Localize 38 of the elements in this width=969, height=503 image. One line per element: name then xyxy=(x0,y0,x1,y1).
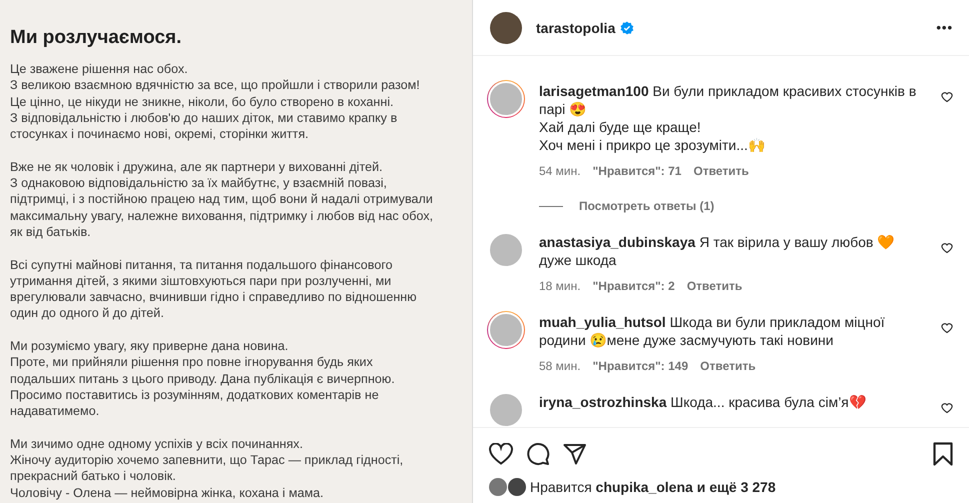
username-link[interactable]: anastasiya_dubinskaya xyxy=(539,234,696,250)
comment-time: 54 мин. xyxy=(539,164,581,178)
username-link[interactable]: tarastopolia xyxy=(536,20,616,36)
reply-button[interactable]: Ответить xyxy=(693,164,749,178)
avatar[interactable] xyxy=(490,12,522,44)
username-link[interactable]: larisagetman100 xyxy=(539,83,649,99)
bookmark-icon[interactable] xyxy=(933,442,953,466)
heart-icon[interactable] xyxy=(941,402,953,414)
heart-icon[interactable] xyxy=(941,91,953,103)
comment-text: iryna_ostrozhinska Шкода... красива була сім’я💔 xyxy=(539,393,867,411)
avatar[interactable] xyxy=(508,478,526,496)
comment-likes: "Нравится": 2 xyxy=(592,279,675,293)
likes-summary: Нравится chupika_olena и ещё 3 278 xyxy=(530,479,776,495)
comment-text: anastasiya_dubinskaya Я так вірила у вашу любов 🧡 дуже шкода xyxy=(539,233,896,269)
comment-likes: "Нравится": 71 xyxy=(592,164,682,178)
like-icon[interactable] xyxy=(489,443,513,465)
post-paragraph: Ми зичимо одне одному успіхів у всіх починаннях. Жіночу аудиторію хочемо запевнити, що Тарас — приклад гідності, прекрасний батько і чоловік. Чоловічу - Олена — неймовірна жінка, кохана і мама. xyxy=(10,436,404,502)
reply-button[interactable]: Ответить xyxy=(686,279,742,293)
share-icon[interactable] xyxy=(563,443,587,465)
view-replies-button[interactable]: Посмотреть ответы (1) xyxy=(579,199,714,213)
reply-button[interactable]: Ответить xyxy=(700,359,756,373)
more-options-button[interactable]: ••• xyxy=(936,20,953,35)
comment-time: 18 мин. xyxy=(539,279,581,293)
post-title: Ми розлучаємося. xyxy=(10,27,182,49)
comment-text: larisagetman100 Ви були прикладом красивих стосунків в парі 😍 Хай далі буде ще краще! Хоч мені і прикро це зрозуміти...🙌 xyxy=(539,82,918,154)
heart-icon[interactable] xyxy=(941,322,953,334)
username-link[interactable]: iryna_ostrozhinska xyxy=(539,394,667,410)
comment-likes: "Нравится": 149 xyxy=(592,359,688,373)
comment-icon[interactable] xyxy=(526,442,550,466)
post-paragraph: Вже не як чоловік і дружина, але як партнери у вихованні дітей. З однаковою відповідальністю за їх майбутнє, у взаємній повазі, підтримці, і з постійною працею над тим, щоб вони й надалі отримували максимальну увагу, належне виховання, підтримку і любов від нас обох, як від батьків. xyxy=(10,158,434,240)
post-paragraph: Ми розуміємо увагу, яку приверне дана новина. Проте, ми прийняли рішення про повне ігнорування будь яких подальших питань з цього приводу. Дана публікація є вичерпною. Просимо поставитись із розумінням, додаткових коментарів не надаватимемо. xyxy=(10,338,395,420)
comment-text: muah_yulia_hutsol Шкода ви були прикладом міцної родини 😢мене дуже засмучують такі новини xyxy=(539,313,886,349)
username-link[interactable]: muah_yulia_hutsol xyxy=(539,314,666,330)
post-paragraph: Всі супутні майнові питання, та питання подальшого фінансового утримання дітей, з якими зіштовхуються пари при розлученні, ми врегулювали завчасно, вчинивши гідно і справедливо по відношенню один до одного й до дітей. xyxy=(10,256,417,322)
comment-time: 58 мин. xyxy=(539,359,581,373)
post-paragraph: Це зважене рішення нас обох. З великою взаємною вдячністю за все, що пройшли і створили разом! Це цінно, це нікуди не зникне, ніколи, бо було створено в коханні. З відповідальністю і любов'ю до наших діток, ми ставимо крапку в стосунках і починаємо нові, окремі, сторінки життя. xyxy=(10,61,420,142)
heart-icon[interactable] xyxy=(941,242,953,254)
avatar[interactable] xyxy=(489,478,507,496)
